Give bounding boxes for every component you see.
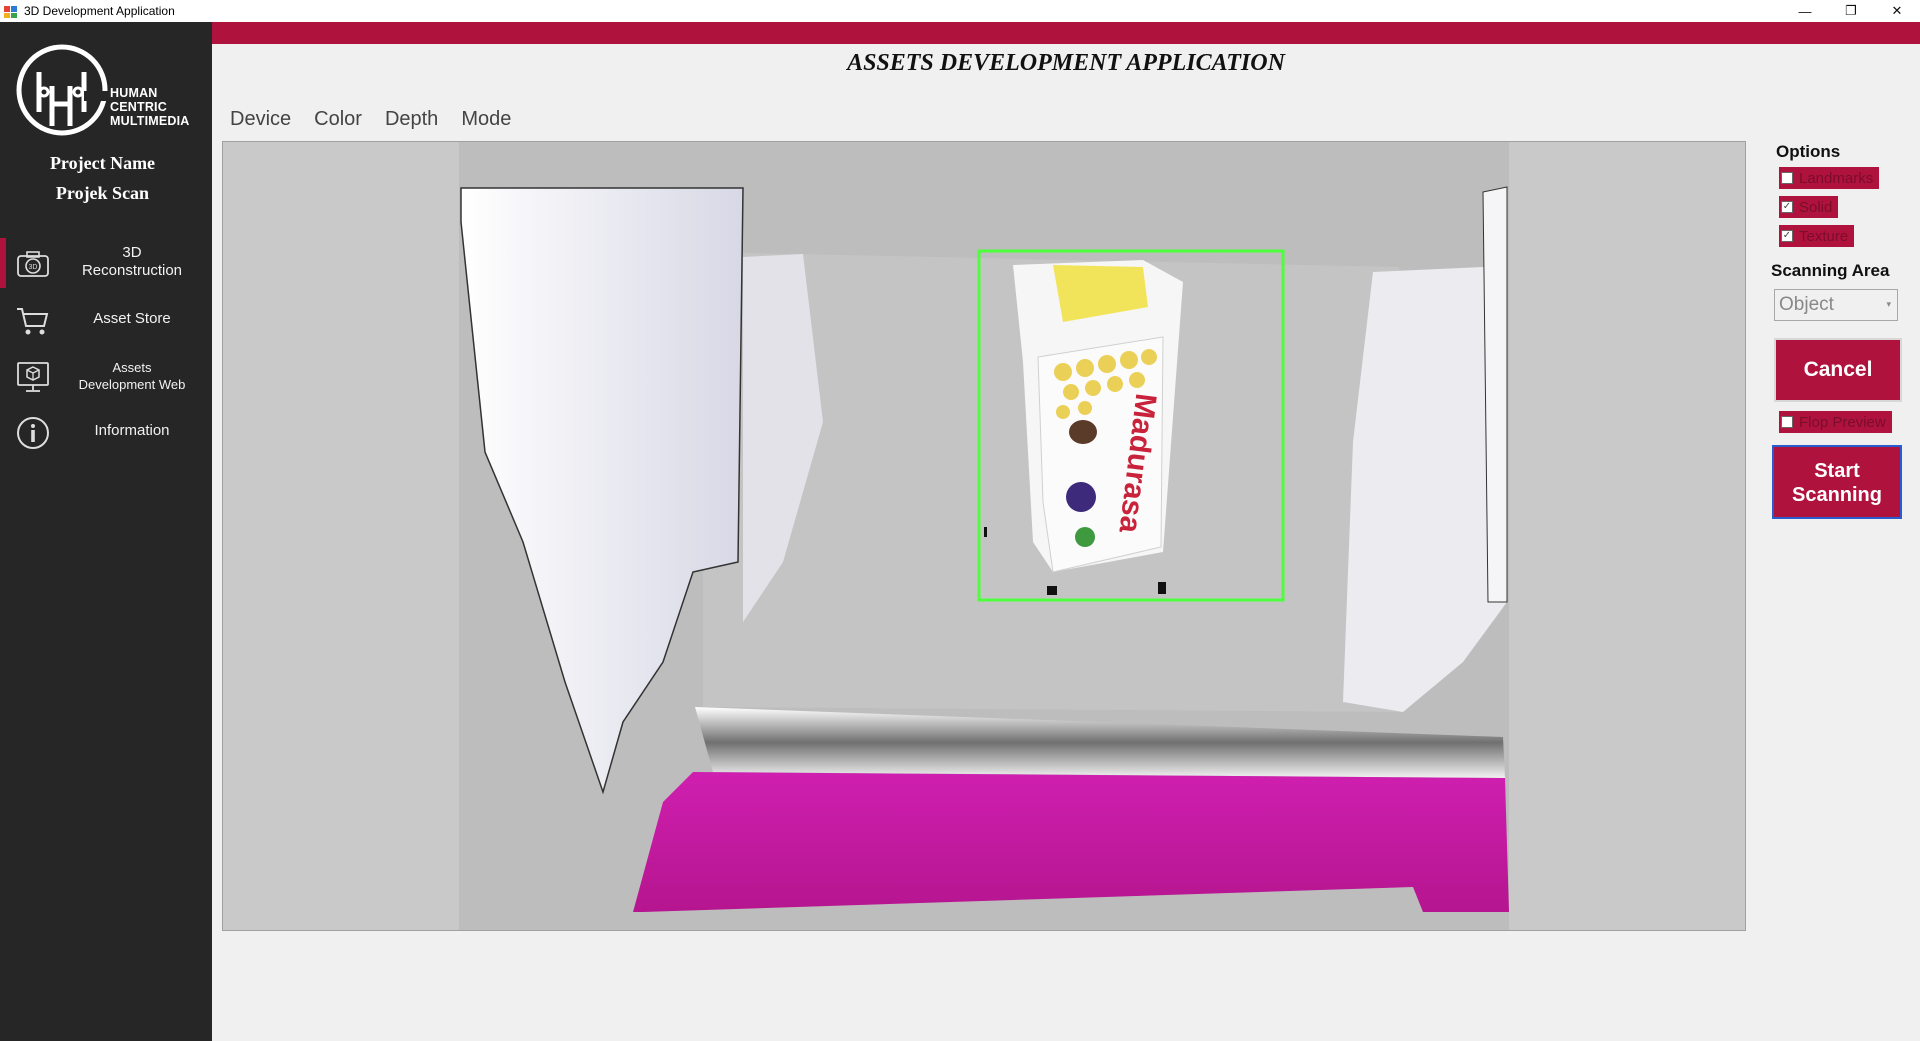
sidebar-item-asset-store[interactable]: Asset Store — [0, 292, 212, 348]
checkbox-box — [1781, 172, 1793, 184]
title-bar: 3D Development Application — ❐ ✕ — [0, 0, 1920, 22]
cancel-button[interactable]: Cancel — [1774, 338, 1902, 402]
logo-text: HUMAN CENTRIC MULTIMEDIA — [110, 86, 190, 128]
checkbox-label: Flop Preview — [1799, 413, 1886, 431]
camera-3d-icon: 3D — [17, 251, 49, 277]
sidebar: HUMAN CENTRIC MULTIMEDIA Project Name Pr… — [0, 22, 212, 1041]
restore-button[interactable]: ❐ — [1828, 0, 1874, 22]
minimize-button[interactable]: — — [1782, 0, 1828, 22]
scanning-area-select[interactable]: Object ▾ — [1774, 289, 1898, 321]
checkbox-label: Solid — [1799, 198, 1833, 216]
menu-color[interactable]: Color — [314, 108, 362, 131]
monitor-cube-icon — [17, 362, 49, 392]
scanning-area-value: Object — [1779, 294, 1834, 315]
checkbox-box: ✓ — [1781, 201, 1793, 213]
sidebar-item-label: Asset Store — [93, 310, 171, 327]
checkbox-box: ✓ — [1781, 230, 1793, 242]
chevron-down-icon: ▾ — [1886, 299, 1891, 309]
page-title: ASSETS DEVELOPMENT APPLICATION — [847, 50, 1285, 76]
sidebar-item-assets-development-web[interactable]: Assets Development Web — [0, 348, 212, 404]
point-cloud-render: Madurasa — [223, 142, 1745, 930]
scanning-area-label: Scanning Area — [1771, 261, 1890, 280]
checkbox-label: Texture — [1799, 227, 1849, 245]
info-icon — [17, 417, 49, 449]
menu-bar: Device Color Depth Mode — [230, 108, 534, 131]
window-title: 3D Development Application — [24, 4, 175, 18]
depth-camera-view[interactable]: Madurasa — [222, 141, 1746, 931]
app-icon — [4, 4, 18, 18]
svg-text:3D: 3D — [29, 264, 38, 271]
sidebar-item-label: Information — [94, 422, 170, 439]
texture-checkbox[interactable]: ✓ Texture — [1779, 225, 1855, 247]
active-indicator — [0, 238, 6, 288]
checkbox-label: Landmarks — [1799, 169, 1874, 187]
header-accent-bar — [212, 22, 1920, 44]
project-name-label: Project Name — [49, 153, 156, 173]
checkbox-box — [1781, 416, 1793, 428]
close-button[interactable]: ✕ — [1874, 0, 1920, 22]
sidebar-item-3d-reconstruction[interactable]: 3D 3D Reconstruction — [0, 236, 212, 292]
menu-device[interactable]: Device — [230, 108, 291, 131]
sidebar-item-information[interactable]: Information — [0, 404, 212, 460]
project-name-value: Projek Scan — [55, 183, 150, 203]
cart-icon — [17, 308, 49, 335]
menu-mode[interactable]: Mode — [461, 108, 511, 131]
start-scanning-button[interactable]: Start Scanning — [1772, 445, 1902, 519]
flop-preview-checkbox[interactable]: Flop Preview — [1779, 411, 1892, 433]
menu-depth[interactable]: Depth — [385, 108, 438, 131]
options-label: Options — [1776, 142, 1841, 161]
solid-checkbox[interactable]: ✓ Solid — [1779, 196, 1839, 218]
landmarks-checkbox[interactable]: Landmarks — [1779, 167, 1880, 189]
